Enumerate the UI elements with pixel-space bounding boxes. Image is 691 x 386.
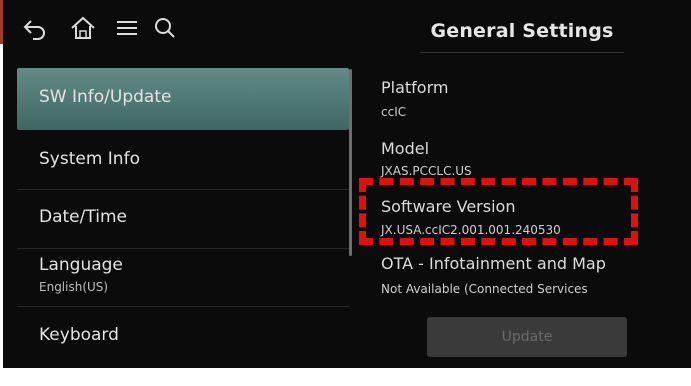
ota-title: OTA - Infotainment and Map	[381, 254, 606, 273]
sidebar-item-sw-info-update[interactable]: SW Info/Update	[17, 68, 349, 130]
top-bar: General Settings	[3, 0, 691, 66]
sidebar-item-sublabel: English(US)	[39, 280, 109, 294]
sidebar-item-label: Language	[39, 255, 123, 275]
sidebar-item-label: SW Info/Update	[39, 87, 172, 107]
sidebar-item-system-info[interactable]: System Info	[17, 130, 349, 192]
platform-value: ccIC	[381, 105, 407, 119]
screenshot-frame: General Settings SW Info/Update System I…	[0, 0, 691, 386]
sidebar-item-label: Date/Time	[39, 207, 127, 227]
model-title: Model	[381, 139, 430, 158]
search-icon[interactable]	[147, 10, 183, 46]
sidebar-item-date-time[interactable]: Date/Time	[17, 188, 349, 250]
back-arrow-icon[interactable]	[17, 10, 53, 46]
model-value: JXAS.PCCLC.US	[381, 164, 472, 178]
sidebar-item-label: Keyboard	[39, 325, 119, 345]
sidebar-scrollbar[interactable]	[349, 69, 352, 256]
sidebar-item-label: System Info	[39, 149, 140, 169]
sidebar-item-keyboard[interactable]: Keyboard	[17, 306, 349, 368]
home-icon[interactable]	[65, 10, 101, 46]
sidebar-item-language[interactable]: Language English(US)	[17, 247, 349, 309]
page-title: General Settings	[430, 20, 614, 42]
highlight-annotation-box	[359, 178, 638, 245]
update-button[interactable]: Update	[427, 317, 627, 357]
platform-title: Platform	[381, 78, 449, 97]
ota-value: Not Available (Connected Services	[381, 282, 588, 296]
settings-sidebar: SW Info/Update System Info Date/Time Lan…	[3, 66, 349, 368]
menu-icon[interactable]	[109, 10, 145, 46]
title-underline	[420, 52, 624, 53]
